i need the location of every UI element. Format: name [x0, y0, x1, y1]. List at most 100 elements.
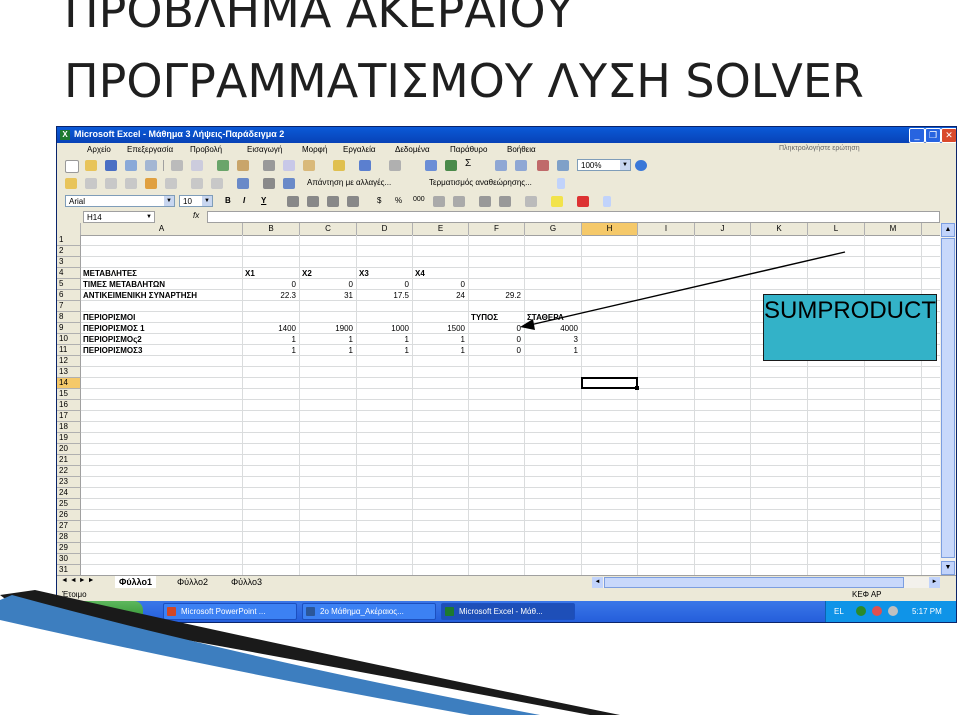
review-icon-10[interactable] [263, 178, 275, 189]
cell-c11[interactable]: 1 [302, 345, 353, 356]
column-header-k[interactable]: K [751, 223, 808, 235]
italic-button[interactable]: Ι [243, 196, 245, 205]
language-indicator[interactable]: EL [834, 607, 844, 616]
column-header-f[interactable]: F [469, 223, 525, 235]
spelling-icon[interactable] [217, 160, 229, 171]
tab-sheet2[interactable]: Φύλλο2 [173, 576, 212, 588]
menu-data[interactable]: Δεδομένα [395, 145, 430, 154]
open-folder-icon[interactable] [85, 160, 97, 171]
row-header-28[interactable]: 28 [57, 532, 81, 543]
save-icon[interactable] [105, 160, 117, 171]
help-icon[interactable] [635, 160, 647, 171]
row-header-8[interactable]: 8 [57, 312, 81, 323]
close-button[interactable]: ✕ [941, 128, 956, 143]
vertical-scroll-thumb[interactable] [941, 238, 955, 558]
cell-c5[interactable]: 0 [302, 279, 353, 290]
column-header-m[interactable]: M [865, 223, 922, 235]
cell-c9[interactable]: 1900 [302, 323, 353, 334]
sort-descending-icon[interactable] [515, 160, 527, 171]
menu-view[interactable]: Προβολή [190, 145, 222, 154]
hyperlink-icon[interactable] [425, 160, 437, 171]
font-size-box[interactable]: 10 ▼ [179, 195, 213, 207]
permission-icon[interactable] [125, 160, 137, 171]
minimize-button[interactable]: _ [909, 128, 925, 143]
cell-b9[interactable]: 1400 [245, 323, 296, 334]
menu-file[interactable]: Αρχείο [87, 145, 111, 154]
zoom-box[interactable]: 100% ▼ [577, 159, 631, 171]
cell-g9[interactable]: 4000 [527, 323, 578, 334]
row-header-30[interactable]: 30 [57, 554, 81, 565]
cell-a5[interactable]: ΤΙΜΕΣ ΜΕΤΑΒΛΗΤΩΝ [83, 279, 165, 290]
cell-b10[interactable]: 1 [245, 334, 296, 345]
cell-f6[interactable]: 29.2 [471, 290, 521, 301]
row-header-21[interactable]: 21 [57, 455, 81, 466]
cell-f11[interactable]: 0 [471, 345, 521, 356]
menu-edit[interactable]: Επεξεργασία [127, 145, 173, 154]
review-icon-7[interactable] [191, 178, 203, 189]
cell-f10[interactable]: 0 [471, 334, 521, 345]
cell-g8[interactable]: ΣΤΑΘΕΡΑ [527, 312, 564, 323]
insert-function-icon[interactable]: fx [193, 211, 199, 220]
increase-indent-icon[interactable] [499, 196, 511, 207]
research-icon[interactable] [237, 160, 249, 171]
row-header-10[interactable]: 10 [57, 334, 81, 345]
cell-a4[interactable]: ΜΕΤΑΒΛΗΤΕΣ [83, 268, 137, 279]
format-painter-icon[interactable] [333, 160, 345, 171]
column-header-i[interactable]: I [638, 223, 695, 235]
review-icon-3[interactable] [105, 178, 117, 189]
select-all-corner[interactable] [57, 223, 81, 235]
cell-g10[interactable]: 3 [527, 334, 578, 345]
row-header-15[interactable]: 15 [57, 389, 81, 400]
new-icon[interactable] [65, 160, 79, 173]
row-header-24[interactable]: 24 [57, 488, 81, 499]
scroll-down-icon[interactable]: ▼ [941, 561, 955, 575]
taskbar-item-powerpoint[interactable]: Microsoft PowerPoint ... [163, 603, 297, 620]
active-cell-h14[interactable] [581, 377, 639, 390]
merge-center-icon[interactable] [347, 196, 359, 207]
scroll-up-icon[interactable]: ▲ [941, 223, 955, 237]
font-color-icon[interactable] [577, 196, 589, 207]
chevron-down-icon[interactable]: ▼ [202, 196, 212, 206]
cell-a8[interactable]: ΠΕΡΙΟΡΙΣΜΟΙ [83, 312, 135, 323]
autosum-icon[interactable]: Σ [465, 158, 471, 169]
row-header-7[interactable]: 7 [57, 301, 81, 312]
menu-format[interactable]: Μορφή [302, 145, 327, 154]
reply-with-changes-link[interactable]: Απάντηση με αλλαγές... [307, 178, 391, 187]
restore-button[interactable]: ❐ [925, 128, 941, 143]
row-header-13[interactable]: 13 [57, 367, 81, 378]
toolbar-options-icon[interactable] [557, 178, 565, 189]
cell-b5[interactable]: 0 [245, 279, 296, 290]
tab-sheet1[interactable]: Φύλλο1 [115, 576, 157, 588]
print-icon[interactable] [171, 160, 183, 171]
cell-e9[interactable]: 1500 [415, 323, 465, 334]
email-icon[interactable] [145, 160, 157, 171]
cell-d4[interactable]: X3 [359, 268, 369, 279]
column-header-b[interactable]: B [243, 223, 300, 235]
review-icon-6[interactable] [165, 178, 177, 189]
cell-d6[interactable]: 17.5 [359, 290, 409, 301]
borders-icon[interactable] [525, 196, 537, 207]
menu-insert[interactable]: Εισαγωγή [247, 145, 282, 154]
taskbar-item-excel[interactable]: Microsoft Excel - Μάθ... [441, 603, 575, 620]
row-header-26[interactable]: 26 [57, 510, 81, 521]
row-header-3[interactable]: 3 [57, 257, 81, 268]
cell-d9[interactable]: 1000 [359, 323, 409, 334]
chevron-down-icon[interactable]: ▼ [620, 160, 630, 170]
underline-button[interactable]: Υ [261, 196, 266, 205]
row-header-18[interactable]: 18 [57, 422, 81, 433]
row-header-27[interactable]: 27 [57, 521, 81, 532]
horizontal-scrollbar[interactable]: ◄ ► [592, 577, 940, 588]
column-header-h[interactable]: H [582, 223, 638, 235]
column-header-j[interactable]: J [695, 223, 751, 235]
font-name-box[interactable]: Arial ▼ [65, 195, 175, 207]
row-header-19[interactable]: 19 [57, 433, 81, 444]
row-header-1[interactable]: 1 [57, 235, 81, 246]
row-header-16[interactable]: 16 [57, 400, 81, 411]
end-review-link[interactable]: Τερματισμός αναθεώρησης... [429, 178, 532, 187]
row-header-4[interactable]: 4 [57, 268, 81, 279]
row-header-12[interactable]: 12 [57, 356, 81, 367]
cell-f8[interactable]: ΤΥΠΟΣ [471, 312, 498, 323]
increase-decimal-icon[interactable] [433, 196, 445, 207]
column-header-l[interactable]: L [808, 223, 865, 235]
cell-b4[interactable]: X1 [245, 268, 255, 279]
